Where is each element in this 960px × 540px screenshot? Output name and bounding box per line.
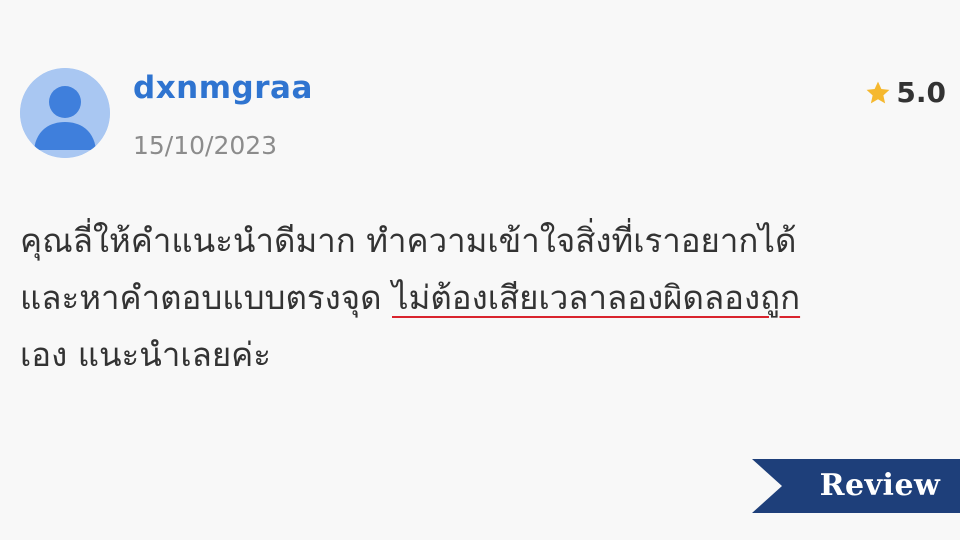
- review-date: 15/10/2023: [133, 131, 278, 160]
- avatar[interactable]: [20, 68, 110, 158]
- review-banner: Review: [752, 459, 960, 513]
- review-text: คุณลี่ให้คำแนะนำดีมาก ทำความเข้าใจสิ่งที…: [20, 212, 930, 383]
- review-line-2-text: และหาคำตอบแบบตรงจุด: [20, 278, 392, 317]
- review-line-3: เอง แนะนำเลยค่ะ: [20, 335, 271, 374]
- review-card: dxnmgraa 15/10/2023 5.0 คุณลี่ให้คำแนะนำ…: [0, 0, 960, 540]
- review-line-2: และหาคำตอบแบบตรงจุด ไม่ต้องเสียเวลาลองผิ…: [20, 269, 930, 326]
- user-icon: [20, 68, 110, 158]
- rating-value: 5.0: [896, 76, 946, 109]
- reviewer-name[interactable]: dxnmgraa: [133, 70, 313, 106]
- review-line-1: คุณลี่ให้คำแนะนำดีมาก ทำความเข้าใจสิ่งที…: [20, 221, 797, 260]
- highlighted-phrase: ไม่ต้องเสียเวลาลองผิดลองถูก: [392, 278, 801, 317]
- star-icon: [866, 81, 890, 103]
- review-banner-label: Review: [819, 468, 941, 503]
- rating: 5.0: [864, 76, 946, 109]
